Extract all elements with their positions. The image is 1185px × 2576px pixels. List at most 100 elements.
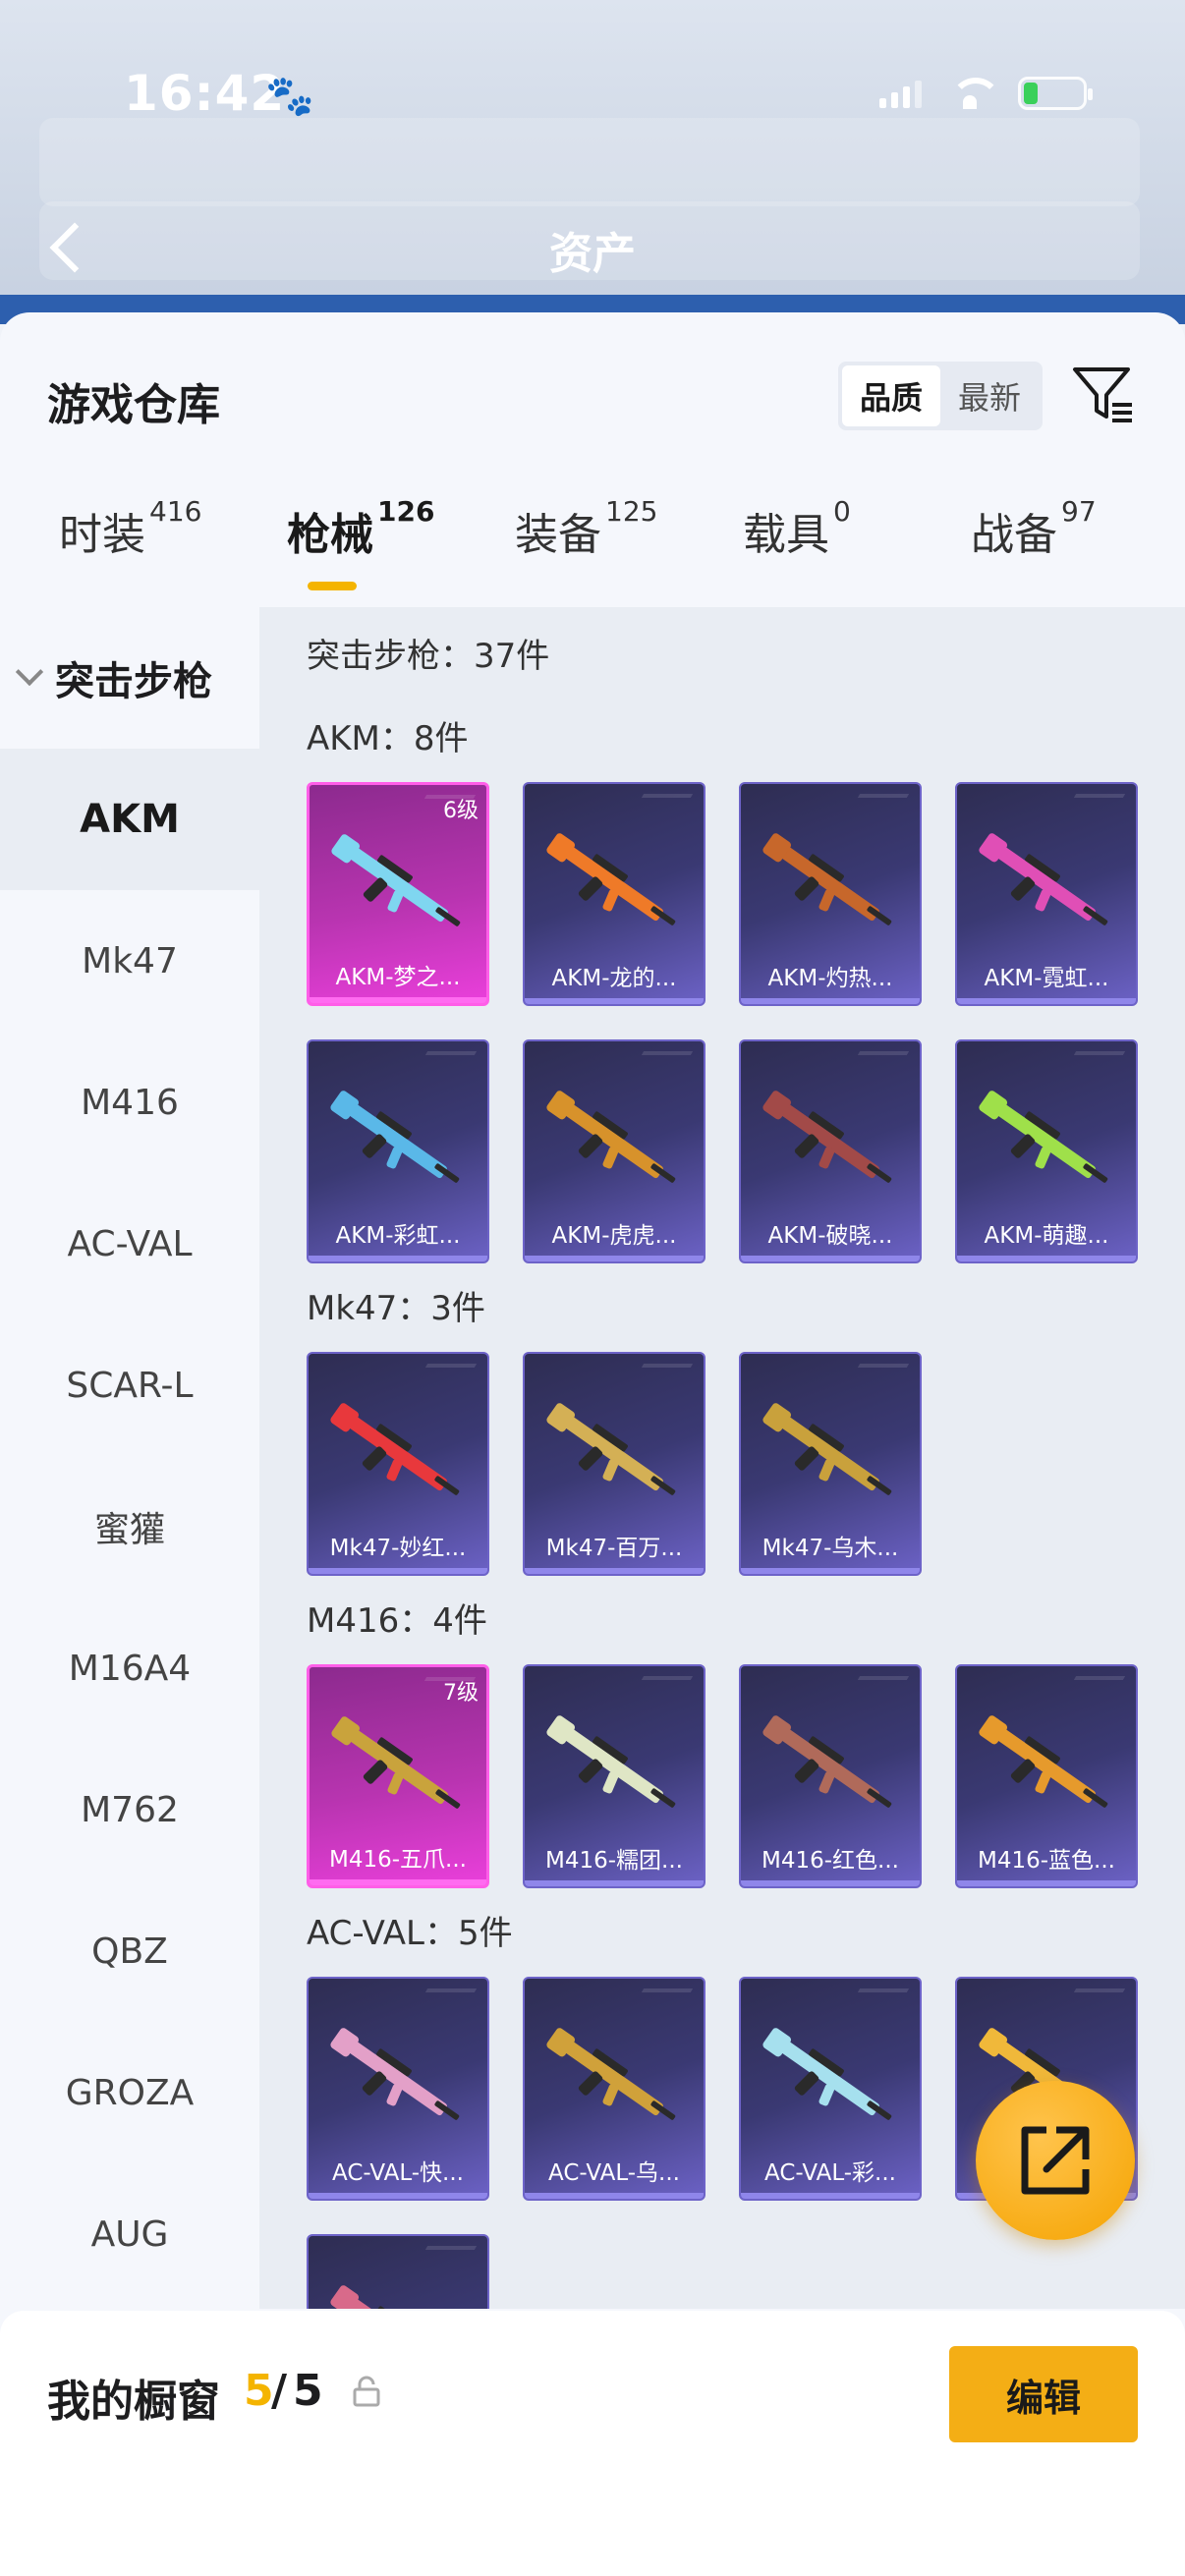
weapon-card[interactable]: M416-红色... [739, 1664, 922, 1888]
card-decoration [1073, 1676, 1126, 1680]
weapon-grid: 突击步枪：37件 AKM：8件 6级 AKM-梦之... AKM-龙的... AKM-灼… [259, 607, 1185, 2309]
card-decoration [857, 1364, 910, 1368]
rarity-stripe [309, 1256, 487, 1261]
rarity-stripe [741, 998, 920, 1004]
weapon-card[interactable]: AKM-萌趣... [955, 1039, 1138, 1263]
tab-label: 装备 [515, 510, 601, 560]
card-decoration [641, 1051, 694, 1055]
weapon-name: AC-VAL-快... [332, 2160, 464, 2186]
sidebar-item-groza[interactable]: GROZA [0, 2022, 259, 2163]
tab-label: 战备 [971, 510, 1057, 560]
sidebar-item-m16a4[interactable]: M16A4 [0, 1597, 259, 1739]
sidebar-item-m416[interactable]: M416 [0, 1032, 259, 1173]
weapon-card[interactable]: AKM-破晓... [739, 1039, 922, 1263]
rarity-stripe [525, 1568, 704, 1574]
rifle-icon [762, 1403, 892, 1495]
weapon-card[interactable]: AC-VAL-乌... [523, 1977, 705, 2201]
rifle-icon [979, 1091, 1108, 1183]
sidebar-category[interactable]: 突击步枪 [0, 607, 259, 749]
sort-toggle: 品质 最新 [838, 362, 1043, 430]
weapon-name: AC-VAL-乌... [548, 2160, 680, 2186]
rarity-stripe [957, 998, 1136, 1004]
rifle-icon [546, 2028, 676, 2120]
card-decoration [1073, 1051, 1126, 1055]
rifle-icon [331, 1716, 461, 1809]
tab-count: 126 [377, 495, 435, 528]
rifle-icon [762, 1715, 892, 1808]
sort-quality-button[interactable]: 品质 [842, 365, 940, 426]
rarity-stripe [310, 997, 486, 1003]
rarity-stripe [309, 1568, 487, 1574]
sidebar-item-aug[interactable]: AUG [0, 2163, 259, 2305]
rarity-stripe [741, 2193, 920, 2199]
sidebar-item-ac-val[interactable]: AC-VAL [0, 1173, 259, 1315]
rarity-stripe [525, 2193, 704, 2199]
weapon-card[interactable]: M416-蓝色... [955, 1664, 1138, 1888]
group-label: M416：4件 [307, 1601, 487, 1641]
weapon-card[interactable]: 6级 AKM-梦之... [307, 782, 489, 1006]
weapon-card[interactable]: AKM-霓虹... [955, 782, 1138, 1006]
weapon-card[interactable]: AKM-虎虎... [523, 1039, 705, 1263]
share-button[interactable] [976, 2081, 1135, 2240]
rarity-stripe [957, 1880, 1136, 1886]
sort-newest-button[interactable]: 最新 [940, 365, 1039, 426]
rifle-icon [762, 1091, 892, 1183]
tab-label: 枪械 [287, 510, 373, 560]
showcase-total: 5 [293, 2366, 323, 2416]
sheet-title: 游戏仓库 [47, 380, 220, 430]
showcase-count: 5 [244, 2366, 274, 2416]
filter-icon[interactable] [1071, 362, 1136, 426]
weapon-card[interactable] [307, 2234, 489, 2309]
level-badge: 7级 [443, 1681, 479, 1706]
tab-fashion[interactable]: 时装 416 [59, 495, 201, 562]
level-badge: 6级 [443, 799, 479, 823]
weapon-card[interactable]: AC-VAL-快... [307, 1977, 489, 2201]
group-label: Mk47：3件 [307, 1289, 485, 1328]
showcase-bar: 我的橱窗 5 / 5 编辑 [0, 2311, 1185, 2576]
sidebar-item-mk47[interactable]: Mk47 [0, 890, 259, 1032]
weapon-card[interactable]: AKM-龙的... [523, 782, 705, 1006]
rifle-icon [330, 1091, 460, 1183]
weapon-card[interactable]: 7级 M416-五爪... [307, 1664, 489, 1888]
weapon-name: M416-五爪... [329, 1847, 467, 1873]
wifi-icon [947, 78, 1001, 109]
sidebar-item-akm[interactable]: AKM [0, 749, 259, 890]
total-count-label: 突击步枪：37件 [307, 637, 550, 676]
battery-icon [1018, 77, 1093, 110]
tab-supplies[interactable]: 战备 97 [971, 495, 1097, 562]
weapon-name: AKM-龙的... [551, 966, 677, 991]
showcase-separator: / [271, 2366, 288, 2416]
rarity-stripe [525, 1880, 704, 1886]
sidebar-item-scar-l[interactable]: SCAR-L [0, 1315, 259, 1456]
weapon-card[interactable]: Mk47-百万... [523, 1352, 705, 1576]
tab-label: 载具 [743, 510, 829, 560]
rarity-stripe [957, 1256, 1136, 1261]
sidebar: 突击步枪 AKM Mk47 M416 AC-VAL SCAR-L 蜜獾 M16A4 M762 Q… [0, 607, 259, 2576]
edit-button[interactable]: 编辑 [949, 2346, 1138, 2442]
weapon-card[interactable]: Mk47-乌木... [739, 1352, 922, 1576]
sidebar-item-m762[interactable]: M762 [0, 1739, 259, 1880]
sidebar-item-qbz[interactable]: QBZ [0, 1880, 259, 2022]
card-decoration [641, 1988, 694, 1992]
weapon-card[interactable]: M416-糯团... [523, 1664, 705, 1888]
card-decoration [857, 1676, 910, 1680]
weapon-card[interactable]: AKM-灼热... [739, 782, 922, 1006]
card-decoration [1073, 1988, 1126, 1992]
weapon-name: AKM-虎虎... [551, 1223, 677, 1249]
tab-equipment[interactable]: 装备 125 [515, 495, 657, 562]
sidebar-category-label: 突击步枪 [55, 659, 212, 704]
lock-icon [352, 2376, 381, 2407]
weapon-name: M416-糯团... [545, 1848, 683, 1874]
tab-guns[interactable]: 枪械 126 [287, 495, 434, 562]
card-decoration [641, 1676, 694, 1680]
sidebar-item-蜜獾[interactable]: 蜜獾 [0, 1456, 259, 1597]
rifle-icon [546, 1403, 676, 1495]
tab-vehicles[interactable]: 载具 0 [743, 495, 851, 562]
weapon-name: AC-VAL-彩... [764, 2160, 896, 2186]
status-icons [879, 77, 1093, 110]
weapon-card[interactable]: AC-VAL-彩... [739, 1977, 922, 2201]
rarity-stripe [310, 1879, 486, 1885]
weapon-card[interactable]: AKM-彩虹... [307, 1039, 489, 1263]
tab-label: 时装 [59, 510, 145, 560]
weapon-card[interactable]: Mk47-妙红... [307, 1352, 489, 1576]
